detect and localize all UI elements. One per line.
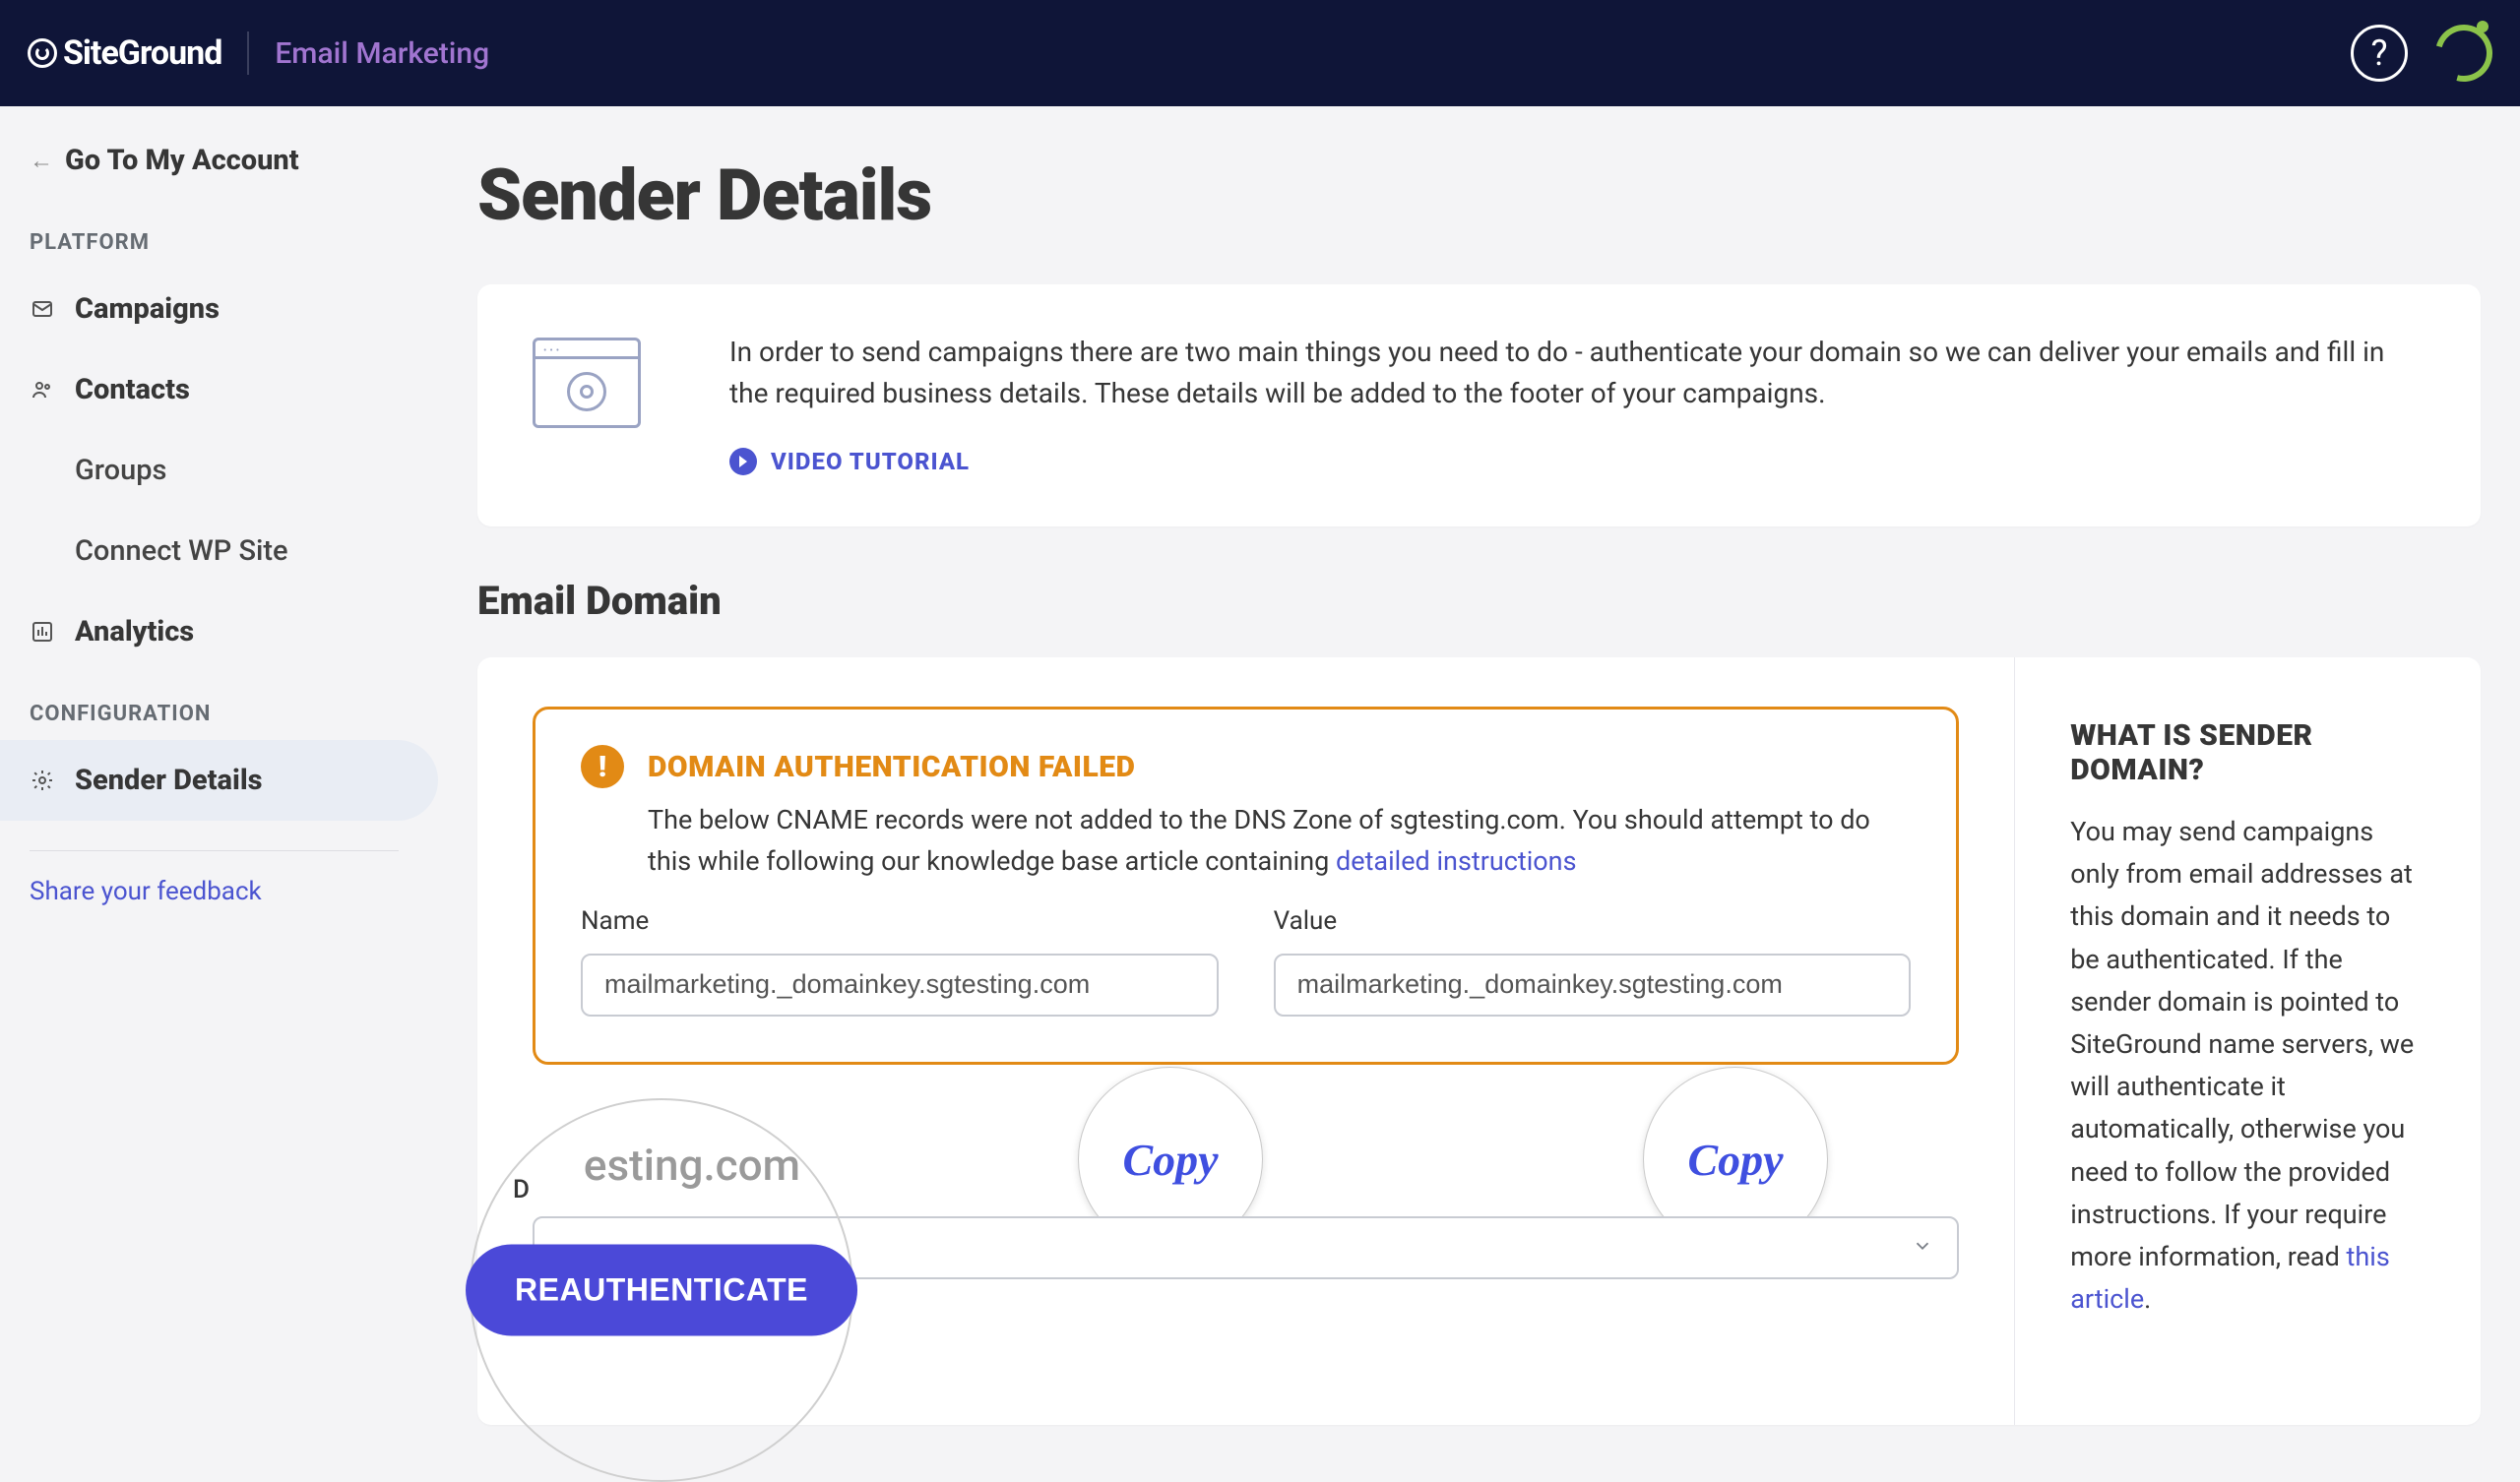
domain-left-pane: ! DOMAIN AUTHENTICATION FAILED The below… [477,657,2014,1425]
cname-value-col: Value [1274,906,1912,1017]
sender-domain-explain-text: You may send campaigns only from email a… [2070,811,2426,1321]
cname-value-label: Value [1274,906,1912,936]
scrollbar[interactable] [2502,0,2520,1373]
envelope-icon [30,296,55,322]
alert-description: The below CNAME records were not added t… [581,800,1911,883]
reauthenticate-magnifier: REAUTHENTICATE [470,1098,853,1482]
warning-icon: ! [581,745,624,788]
sidebar-item-contacts[interactable]: Contacts [0,349,438,430]
info-illustration: ••• [533,332,641,428]
sidebar-separator [30,850,399,851]
explain-suffix: . [2144,1283,2151,1315]
browser-gear-icon: ••• [533,338,641,428]
sidebar-section-platform: PLATFORM [0,201,438,269]
topbar-divider [247,31,249,75]
sidebar-item-sender-details[interactable]: Sender Details [0,740,438,821]
video-tutorial-link[interactable]: VIDEO TUTORIAL [729,448,970,475]
sidebar: ← Go To My Account PLATFORM Campaigns Co… [0,106,438,1464]
alert-title: DOMAIN AUTHENTICATION FAILED [648,750,1135,784]
sidebar-section-configuration: CONFIGURATION [0,672,438,740]
topbar-left: SiteGround Email Marketing [28,31,489,75]
info-text-block: In order to send campaigns there are two… [729,332,2426,479]
sidebar-item-label: Sender Details [75,764,263,797]
page-title: Sender Details [477,154,2481,237]
help-icon[interactable]: ? [2351,25,2408,82]
brand-swirl-icon [28,38,57,68]
auth-failed-alert: ! DOMAIN AUTHENTICATION FAILED The below… [533,707,1959,1065]
topbar-right: ? [2351,25,2492,82]
top-bar: SiteGround Email Marketing ? [0,0,2520,106]
gear-icon [30,768,55,793]
cname-row: Name Value [581,906,1911,1017]
info-paragraph: In order to send campaigns there are two… [729,332,2426,414]
cname-name-col: Name [581,906,1219,1017]
chevron-down-icon [1912,1235,1933,1261]
info-card: ••• In order to send campaigns there are… [477,284,2481,526]
sidebar-item-analytics[interactable]: Analytics [0,591,438,672]
email-domain-heading: Email Domain [477,578,2481,624]
sidebar-item-label: Analytics [75,615,194,648]
sidebar-item-groups[interactable]: Groups [0,430,438,511]
cname-value-input[interactable] [1274,954,1912,1017]
chart-icon [30,619,55,645]
email-domain-panel: ! DOMAIN AUTHENTICATION FAILED The below… [477,657,2481,1425]
sidebar-item-connect-wp[interactable]: Connect WP Site [0,511,438,591]
reauthenticate-button[interactable]: REAUTHENTICATE [466,1245,857,1336]
sidebar-item-label: Campaigns [75,292,220,326]
sidebar-item-label: Groups [75,454,166,487]
sidebar-item-label: Connect WP Site [75,534,288,568]
account-avatar-icon[interactable] [2435,25,2492,82]
cname-name-input[interactable] [581,954,1219,1017]
app-name[interactable]: Email Marketing [275,36,489,71]
play-icon [729,448,757,475]
sidebar-item-label: Contacts [75,373,190,406]
explain-text-body: You may send campaigns only from email a… [2070,816,2414,1272]
video-tutorial-label: VIDEO TUTORIAL [771,448,970,475]
sidebar-item-campaigns[interactable]: Campaigns [0,269,438,349]
alert-desc-text: The below CNAME records were not added t… [648,804,1870,877]
detailed-instructions-link[interactable]: detailed instructions [1336,845,1577,877]
people-icon [30,377,55,402]
domain-right-pane: WHAT IS SENDER DOMAIN? You may send camp… [2014,657,2481,1425]
share-feedback-link[interactable]: Share your feedback [0,877,438,906]
arrow-left-icon: ← [30,147,53,175]
sender-domain-explain-title: WHAT IS SENDER DOMAIN? [2070,718,2426,787]
go-to-account-label: Go To My Account [65,144,299,177]
brand-logo[interactable]: SiteGround [28,33,221,73]
go-to-account-link[interactable]: ← Go To My Account [0,130,438,201]
main-content: Sender Details ••• In order to send camp… [438,106,2520,1464]
brand-name: SiteGround [63,33,221,73]
cname-name-label: Name [581,906,1219,936]
